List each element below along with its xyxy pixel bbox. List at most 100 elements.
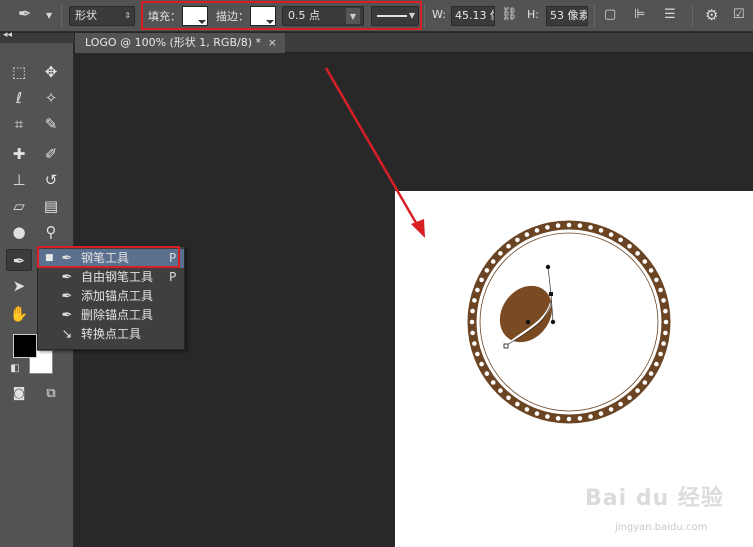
ring-dot [663, 319, 669, 325]
divider [594, 4, 595, 28]
fill-label: 填充： [148, 10, 181, 23]
foreground-color-swatch[interactable] [13, 334, 37, 358]
default-colors-icon[interactable]: ◧ [2, 362, 28, 376]
ring-dot [498, 251, 503, 256]
flyout-item-pen[interactable]: ■ ✒ 钢笔工具 P [38, 249, 184, 268]
flyout-item-freeform-pen[interactable]: ✒ 自由钢笔工具 P [38, 268, 184, 287]
ring-dots [469, 222, 669, 422]
flyout-item-delete-anchor[interactable]: ✒ 删除锚点工具 [38, 306, 184, 325]
document-tab[interactable]: LOGO @ 100% (形状 1, RGB/8) * × [75, 33, 285, 53]
chevron-down-icon[interactable]: ▼ [46, 8, 52, 24]
handle-point[interactable] [525, 319, 531, 325]
ring-dot [618, 401, 623, 407]
ring-dot [648, 268, 654, 273]
width-input[interactable]: 45.13 像 [451, 6, 495, 26]
height-input[interactable]: 53 像素 [546, 6, 588, 26]
ring-dot [658, 287, 663, 293]
ring-dot [635, 251, 640, 256]
ring-dot [635, 388, 640, 393]
dodge-icon[interactable]: ⚲ [38, 221, 64, 243]
handle-point[interactable] [545, 264, 551, 270]
pen-icon: ✒ [61, 251, 73, 266]
ring-dot [534, 411, 540, 416]
marquee-icon[interactable]: ⬚ [6, 61, 32, 83]
quick-mask-icon[interactable]: ◙ [6, 383, 32, 405]
ring-dot [506, 243, 511, 249]
spot-heal-icon[interactable]: ✚ [6, 143, 32, 165]
eraser-icon[interactable]: ▱ [6, 195, 32, 217]
baidu-watermark: Bai du 经验 [585, 486, 724, 511]
ring-dot [475, 351, 480, 357]
pen-icon[interactable]: ✒ [6, 249, 32, 271]
fill-swatch[interactable] [182, 6, 208, 26]
history-brush-icon[interactable]: ↺ [38, 169, 64, 191]
ring-dot [598, 411, 604, 416]
photoshop-window: ✒ ▼ 形状 ⇕ 填充： 描边： 0.5 点 ▼ ▼ W: 45.13 像 ⛓ … [0, 0, 753, 547]
ring-dot [475, 287, 480, 293]
pen-tool-preset-icon[interactable]: ✒ [18, 6, 31, 22]
handle-line [547, 266, 552, 295]
close-icon[interactable]: × [268, 33, 277, 53]
options-bar: ✒ ▼ 形状 ⇕ 填充： 描边： 0.5 点 ▼ ▼ W: 45.13 像 ⛓ … [0, 0, 753, 32]
convert-point-icon: ↘ [61, 327, 73, 342]
ring-dot [663, 330, 668, 336]
path-operations-icon[interactable]: ▢ [604, 7, 616, 23]
ring-dot [648, 371, 654, 376]
stroke-label: 描边： [216, 10, 249, 23]
ring-dot [479, 361, 484, 367]
ring-dot [498, 388, 503, 393]
move-icon[interactable]: ✥ [38, 61, 64, 83]
solid-line-icon [377, 15, 407, 17]
chevron-down-icon [198, 20, 206, 24]
ring-dot [490, 380, 496, 385]
blur-icon[interactable]: ● [6, 221, 32, 243]
ring-dot [490, 259, 496, 264]
gear-icon[interactable]: ⚙ [705, 7, 718, 23]
stamp-icon[interactable]: ⊥ [6, 169, 32, 191]
ring-dot [598, 228, 604, 233]
stroke-type-select[interactable]: ▼ [371, 6, 419, 26]
flyout-item-label: 添加锚点工具 [81, 289, 154, 303]
flyout-item-shortcut: P [169, 251, 177, 265]
tools-panel-header[interactable]: ◂◂ [0, 30, 74, 43]
ring-dot [608, 232, 614, 237]
shape-mode-value: 形状 [75, 9, 97, 22]
add-anchor-icon: ✒ [61, 289, 73, 304]
collapse-icon: ◂◂ [3, 30, 13, 40]
stroke-width-value: 0.5 点 [288, 9, 320, 22]
flyout-item-convert-point[interactable]: ↘ 转换点工具 [38, 325, 184, 344]
ring-dot [654, 277, 659, 283]
ring-dot [577, 223, 583, 228]
ring-dot [469, 319, 475, 325]
ring-dot [515, 401, 520, 407]
current-tool-marker: ■ [45, 253, 54, 263]
path-alignment-icon[interactable]: ⊫ [634, 7, 645, 23]
flyout-item-label: 转换点工具 [81, 327, 142, 341]
chevron-down-icon: ▼ [346, 8, 360, 24]
magic-wand-icon[interactable]: ✧ [38, 87, 64, 109]
hand-icon[interactable]: ✋ [6, 303, 32, 325]
divider [61, 4, 62, 28]
delete-anchor-icon: ✒ [61, 308, 73, 323]
flyout-item-add-anchor[interactable]: ✒ 添加锚点工具 [38, 287, 184, 306]
ring-dot [479, 277, 484, 283]
eyedropper-icon[interactable]: ✎ [38, 113, 64, 135]
link-icon[interactable]: ⛓ [501, 7, 518, 23]
shape-mode-select[interactable]: 形状 ⇕ [69, 6, 135, 26]
gradient-icon[interactable]: ▤ [38, 195, 64, 217]
crop-icon[interactable]: ⌗ [6, 113, 32, 135]
ring-dot [524, 232, 530, 237]
flyout-item-label: 删除锚点工具 [81, 308, 154, 322]
stroke-width-select[interactable]: 0.5 点 ▼ [282, 6, 364, 26]
brush-icon[interactable]: ✐ [38, 143, 64, 165]
ring-dot [470, 330, 475, 336]
lasso-icon[interactable]: ℓ [6, 87, 32, 109]
anchor-point[interactable] [503, 343, 509, 349]
anchor-point[interactable] [549, 292, 553, 296]
align-edges-checkbox[interactable]: ☑ [733, 7, 745, 23]
path-select-icon[interactable]: ➤ [6, 275, 32, 297]
stroke-swatch[interactable] [250, 6, 276, 26]
screen-mode-icon[interactable]: ⧉ [38, 383, 64, 405]
handle-point[interactable] [550, 319, 556, 325]
path-arrangement-icon[interactable]: ☰ [664, 7, 676, 23]
